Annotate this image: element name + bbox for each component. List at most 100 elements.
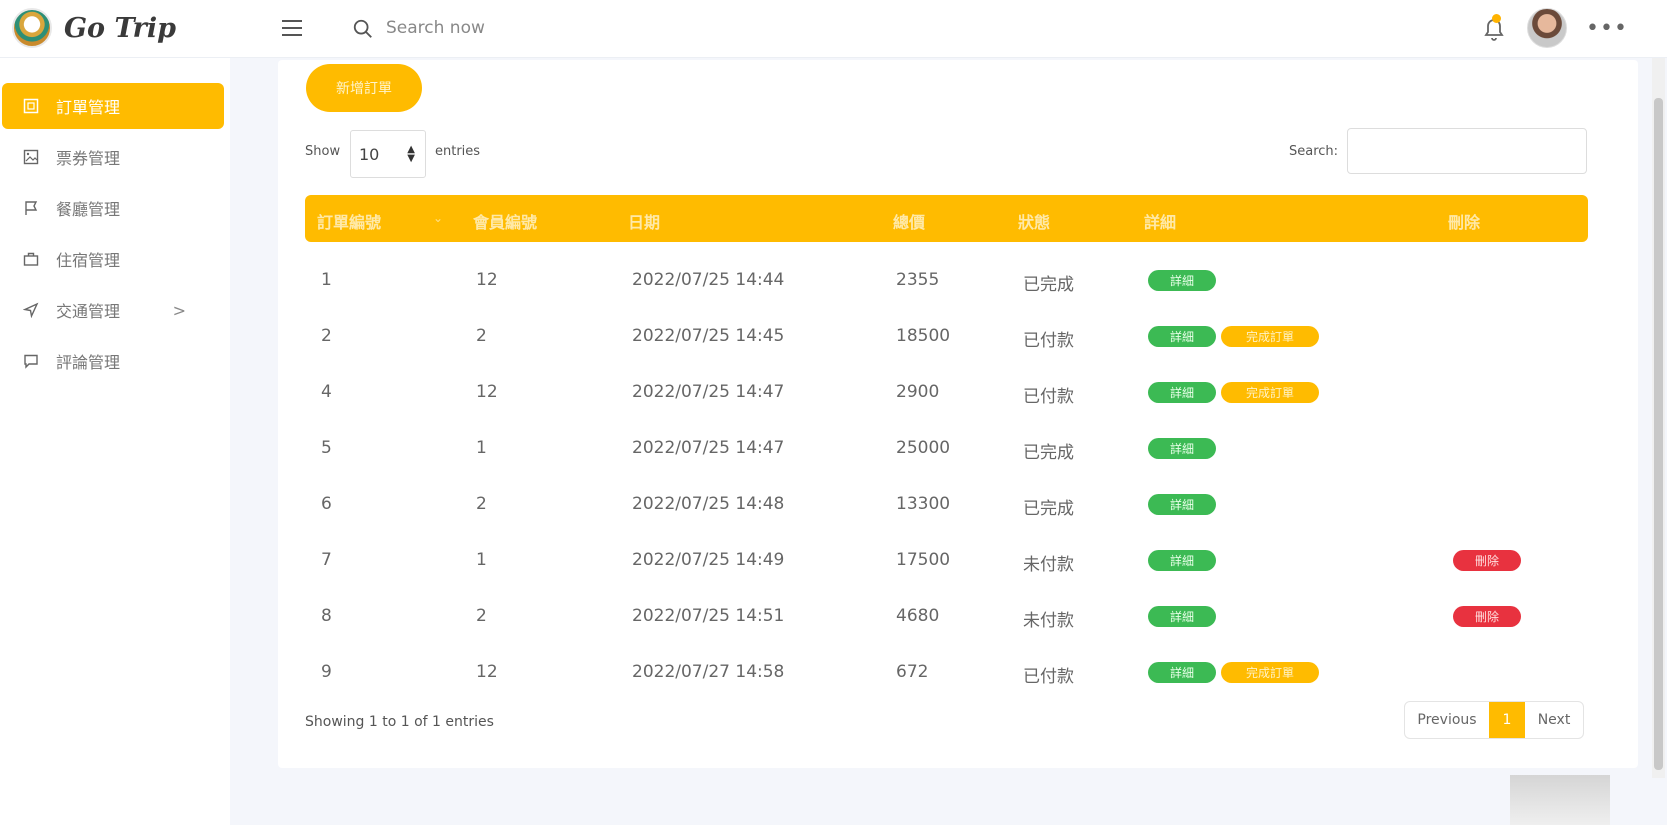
logo[interactable]: Go Trip xyxy=(12,8,176,48)
image-icon xyxy=(22,148,40,166)
sidebar-item-orders[interactable]: 訂單管理 xyxy=(2,83,224,129)
table-row: 7 1 2022/07/25 14:49 17500 未付款 詳細 刪除 xyxy=(305,533,1588,589)
search-icon[interactable] xyxy=(352,18,374,40)
order-date: 2022/07/25 14:45 xyxy=(632,326,785,346)
search-input[interactable]: Search now xyxy=(386,18,485,38)
order-status: 已完成 xyxy=(1023,499,1074,519)
complete-order-button[interactable]: 完成訂單 xyxy=(1221,382,1319,403)
member-id: 1 xyxy=(476,438,487,458)
sidebar-item-label: 評論管理 xyxy=(56,353,121,372)
search-label: Search: xyxy=(1289,144,1339,159)
order-status: 未付款 xyxy=(1023,611,1074,631)
order-id: 2 xyxy=(321,326,332,346)
add-order-button[interactable]: 新增訂單 xyxy=(306,64,422,112)
sort-desc-icon[interactable]: ⌄ xyxy=(433,211,443,225)
sidebar-item-label: 票券管理 xyxy=(56,149,121,168)
detail-button[interactable]: 詳細 xyxy=(1148,606,1216,627)
order-id: 8 xyxy=(321,606,332,626)
table-info: Showing 1 to 1 of 1 entries xyxy=(305,714,494,730)
order-icon xyxy=(22,97,40,115)
notification-badge xyxy=(1492,14,1501,23)
table-row: 4 12 2022/07/25 14:47 2900 已付款 詳細 完成訂單 xyxy=(305,365,1588,421)
column-header-status[interactable]: 狀態 xyxy=(1018,209,1050,233)
order-date: 2022/07/25 14:51 xyxy=(632,606,785,626)
complete-order-button[interactable]: 完成訂單 xyxy=(1221,662,1319,683)
order-total: 2900 xyxy=(896,382,940,402)
member-id: 2 xyxy=(476,606,487,626)
order-status: 已付款 xyxy=(1023,667,1074,687)
table-row: 5 1 2022/07/25 14:47 25000 已完成 詳細 xyxy=(305,421,1588,477)
entries-label: entries xyxy=(435,144,481,159)
more-icon[interactable]: ••• xyxy=(1586,16,1628,41)
order-id: 4 xyxy=(321,382,332,402)
table-header: 訂單編號 ⌄ 會員編號 日期 總價 狀態 詳細 刪除 xyxy=(305,195,1588,242)
detail-button[interactable]: 詳細 xyxy=(1148,494,1216,515)
scrollbar-thumb[interactable] xyxy=(1654,98,1663,770)
message-icon xyxy=(22,352,40,370)
sidebar-item-tickets[interactable]: 票券管理 xyxy=(2,134,224,180)
detail-button[interactable]: 詳細 xyxy=(1148,270,1216,291)
page-1-button[interactable]: 1 xyxy=(1489,702,1525,738)
corner-thumbnail xyxy=(1510,775,1610,825)
select-arrows-icon: ▲ ▼ xyxy=(407,144,415,164)
show-label: Show xyxy=(305,144,341,159)
delete-button[interactable]: 刪除 xyxy=(1453,606,1521,627)
send-icon xyxy=(22,301,40,319)
sidebar-item-label: 交通管理 xyxy=(56,302,121,321)
menu-toggle-icon[interactable] xyxy=(282,20,302,36)
flag-icon xyxy=(22,199,40,217)
page-size-value: 10 xyxy=(359,144,380,164)
order-date: 2022/07/25 14:49 xyxy=(632,550,785,570)
column-header-order-id[interactable]: 訂單編號 xyxy=(317,209,381,233)
order-total: 18500 xyxy=(896,326,951,346)
table-search-input[interactable] xyxy=(1347,128,1587,174)
column-header-total[interactable]: 總價 xyxy=(893,209,925,233)
table-row: 9 12 2022/07/27 14:58 672 已付款 詳細 完成訂單 xyxy=(305,645,1588,701)
order-id: 9 xyxy=(321,662,332,682)
top-bar: Go Trip Search now ••• xyxy=(0,0,1667,58)
detail-button[interactable]: 詳細 xyxy=(1148,662,1216,683)
avatar[interactable] xyxy=(1527,8,1567,48)
delete-button[interactable]: 刪除 xyxy=(1453,550,1521,571)
column-header-detail[interactable]: 詳細 xyxy=(1144,209,1176,233)
order-status: 已付款 xyxy=(1023,331,1074,351)
sidebar-item-label: 訂單管理 xyxy=(56,98,121,117)
column-header-date[interactable]: 日期 xyxy=(628,209,660,233)
sidebar-item-transport[interactable]: 交通管理 > xyxy=(2,287,224,333)
sidebar-item-reviews[interactable]: 評論管理 xyxy=(2,338,224,384)
sidebar-item-restaurants[interactable]: 餐廳管理 xyxy=(2,185,224,231)
order-id: 1 xyxy=(321,270,332,290)
table-row: 1 12 2022/07/25 14:44 2355 已完成 詳細 xyxy=(305,253,1588,309)
order-status: 已付款 xyxy=(1023,387,1074,407)
detail-button[interactable]: 詳細 xyxy=(1148,438,1216,459)
next-page-button[interactable]: Next xyxy=(1525,702,1583,738)
order-date: 2022/07/25 14:47 xyxy=(632,382,785,402)
order-date: 2022/07/25 14:47 xyxy=(632,438,785,458)
order-total: 672 xyxy=(896,662,929,682)
chevron-right-icon[interactable]: > xyxy=(173,301,186,320)
order-id: 7 xyxy=(321,550,332,570)
pagination: Previous 1 Next xyxy=(1404,701,1584,739)
order-date: 2022/07/25 14:44 xyxy=(632,270,785,290)
complete-order-button[interactable]: 完成訂單 xyxy=(1221,326,1319,347)
member-id: 12 xyxy=(476,662,498,682)
column-header-delete[interactable]: 刪除 xyxy=(1448,209,1480,233)
member-id: 12 xyxy=(476,382,498,402)
order-status: 未付款 xyxy=(1023,555,1074,575)
detail-button[interactable]: 詳細 xyxy=(1148,550,1216,571)
page-size-select[interactable]: 10 ▲ ▼ xyxy=(350,130,426,178)
sidebar-item-label: 餐廳管理 xyxy=(56,200,121,219)
order-date: 2022/07/25 14:48 xyxy=(632,494,785,514)
briefcase-icon xyxy=(22,250,40,268)
sidebar-item-lodging[interactable]: 住宿管理 xyxy=(2,236,224,282)
order-total: 13300 xyxy=(896,494,951,514)
detail-button[interactable]: 詳細 xyxy=(1148,382,1216,403)
order-total: 17500 xyxy=(896,550,951,570)
table-row: 2 2 2022/07/25 14:45 18500 已付款 詳細 完成訂單 xyxy=(305,309,1588,365)
order-status: 已完成 xyxy=(1023,275,1074,295)
column-header-member-id[interactable]: 會員編號 xyxy=(473,209,537,233)
detail-button[interactable]: 詳細 xyxy=(1148,326,1216,347)
order-status: 已完成 xyxy=(1023,443,1074,463)
order-total: 4680 xyxy=(896,606,940,626)
previous-page-button[interactable]: Previous xyxy=(1405,702,1489,738)
